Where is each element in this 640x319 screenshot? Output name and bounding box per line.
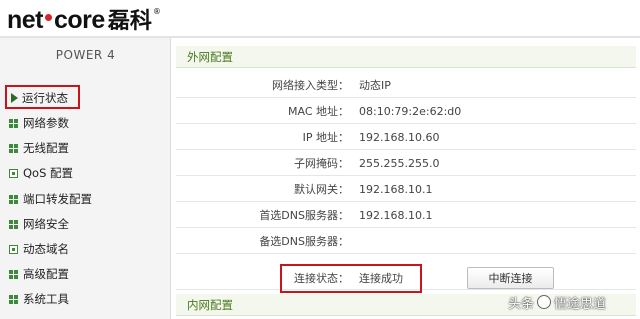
wan-row-subnet: 子网掩码： 255.255.255.0 [176,151,636,176]
sidebar-item-label: 系统工具 [23,292,69,306]
sidebar-item-ddns[interactable]: 动态域名 [9,239,69,259]
row-value: 192.168.10.1 [359,209,433,222]
avatar-icon [537,295,552,309]
sidebar-item-label: QoS 配置 [23,166,74,180]
grid-icon [9,118,18,128]
row-label: MAC 地址： [288,105,349,118]
sidebar-item-security[interactable]: 网络安全 [9,214,69,234]
wan-row-mac: MAC 地址： 08:10:79:2e:62:d0 [176,99,636,124]
wan-row-secondary-dns: 备选DNS服务器： [176,229,636,254]
grid-icon [9,219,18,229]
grid-icon [9,194,18,204]
sidebar-item-label: 高级配置 [23,267,69,281]
row-value: 动态IP [359,79,391,92]
sidebar-item-label: 网络安全 [23,217,69,231]
wan-row-primary-dns: 首选DNS服务器： 192.168.10.1 [176,203,636,228]
row-value: 192.168.10.60 [359,131,440,144]
row-value: 192.168.10.1 [359,183,433,196]
sidebar-item-system-tools[interactable]: 系统工具 [9,289,69,309]
sidebar-item-label: 动态域名 [23,242,69,256]
status-highlight-box [280,264,422,293]
wan-row-ip: IP 地址： 192.168.10.60 [176,125,636,150]
header: net core 磊科 ® [0,0,640,36]
disconnect-button[interactable]: 中断连接 [467,267,554,289]
sidebar-item-network-params[interactable]: 网络参数 [9,113,69,133]
sidebar-item-advanced[interactable]: 高级配置 [9,264,69,284]
arrow-icon [11,93,18,103]
box-icon [9,168,18,178]
logo-text-core: core [54,6,105,34]
sidebar-item-label: 无线配置 [23,141,69,155]
wan-section-title: 外网配置 [176,46,636,68]
grid-icon [9,294,18,304]
logo-text-net: net [7,6,44,34]
sidebar-item-run-status[interactable]: 运行状态 [9,88,68,108]
box-icon [9,244,18,254]
logo-text-chinese: 磊科 [107,9,152,34]
row-label: 子网掩码： [294,157,349,170]
row-label: 默认网关： [294,183,349,196]
logo-dot-icon [45,14,52,21]
device-model: POWER 4 [55,48,116,62]
sidebar-item-label: 网络参数 [23,116,69,130]
grid-icon [9,143,18,153]
grid-icon [9,269,18,279]
row-value: 08:10:79:2e:62:d0 [359,105,462,118]
row-label: 备选DNS服务器： [259,235,349,248]
sidebar-item-wireless[interactable]: 无线配置 [9,138,69,158]
row-label: 网络接入类型： [272,79,349,92]
sidebar-item-port-forwarding[interactable]: 端口转发配置 [9,189,92,209]
main-panel: 外网配置 网络接入类型： 动态IP MAC 地址： 08:10:79:2e:62… [172,38,640,319]
row-label: 首选DNS服务器： [259,209,349,222]
watermark: 头条 悟途思道 [508,291,606,313]
sidebar: POWER 4 运行状态 网络参数 无线配置 QoS 配置 端口转发配置 网络安… [0,38,171,319]
wan-row-access-type: 网络接入类型： 动态IP [176,73,636,98]
netcore-logo: net core 磊科 ® [7,3,161,34]
registered-mark: ® [152,7,161,16]
sidebar-item-qos[interactable]: QoS 配置 [9,163,73,183]
watermark-right: 悟途思道 [554,296,607,312]
sidebar-item-label: 端口转发配置 [23,192,92,206]
wan-row-gateway: 默认网关： 192.168.10.1 [176,177,636,202]
row-label: IP 地址： [302,131,349,144]
watermark-left: 头条 [508,296,535,312]
sidebar-item-label: 运行状态 [22,91,68,105]
row-value: 255.255.255.0 [359,157,440,170]
